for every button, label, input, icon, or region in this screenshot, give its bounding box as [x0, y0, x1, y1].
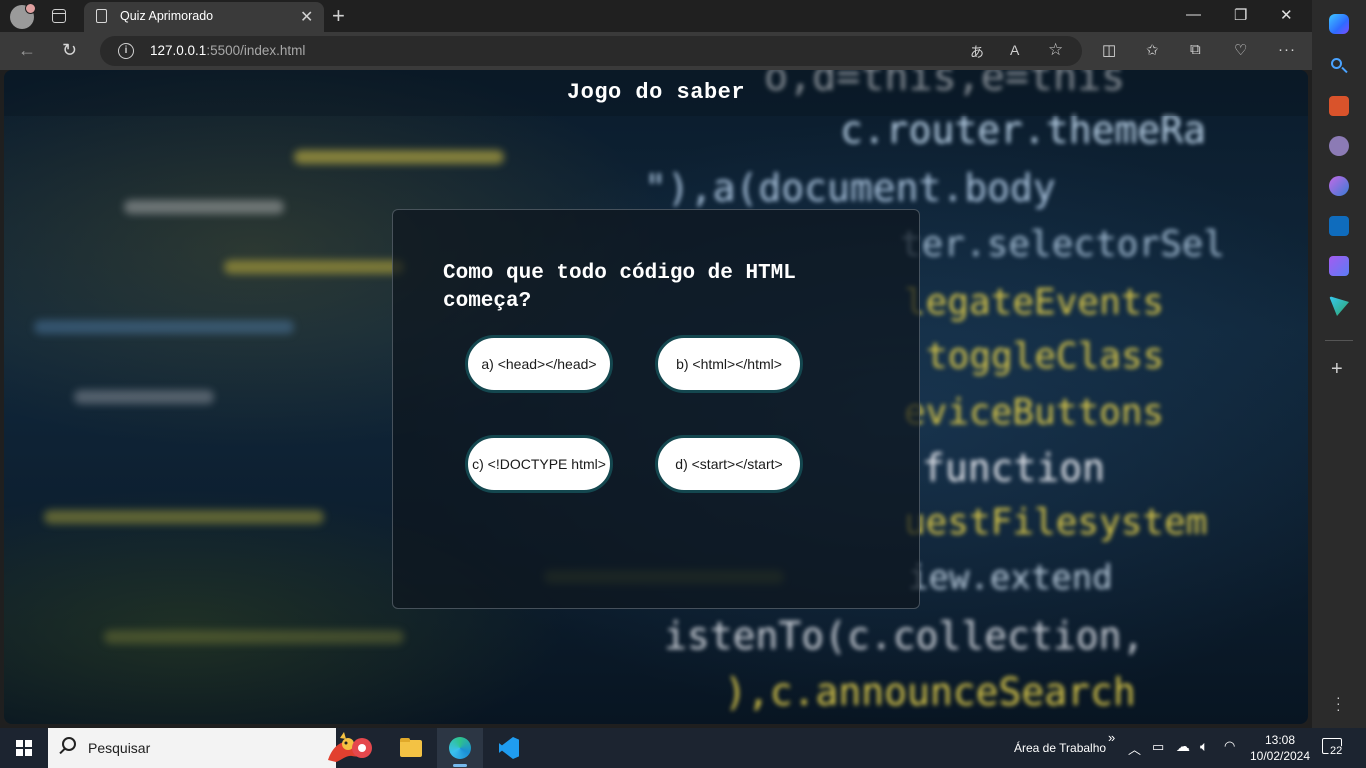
quiz-card: Como que todo código de HTML começa? a) …: [392, 209, 920, 609]
address-bar[interactable]: i 127.0.0.1:5500/index.html あ A ☆: [100, 36, 1082, 66]
tools-icon[interactable]: [1329, 96, 1349, 116]
restore-icon[interactable]: ❐: [1234, 6, 1247, 24]
browser-tab-active[interactable]: Quiz Aprimorado ✕: [84, 2, 324, 32]
minimize-icon[interactable]: —: [1186, 6, 1201, 23]
notification-center-icon[interactable]: 22: [1322, 738, 1345, 757]
people-icon[interactable]: [1329, 136, 1349, 156]
battery-icon[interactable]: ▭: [1152, 739, 1164, 755]
answer-button-d[interactable]: d) <start></start>: [655, 435, 803, 493]
favorites-icon[interactable]: ✩: [1146, 41, 1159, 59]
bg-code-line: eviceButtons: [904, 392, 1165, 433]
bg-code-line: toggleClass: [926, 336, 1165, 377]
bg-streak: [34, 320, 294, 334]
search-icon[interactable]: [1329, 56, 1349, 76]
read-aloud-icon[interactable]: A: [1010, 42, 1019, 58]
outlook-icon[interactable]: [1329, 216, 1349, 236]
bg-code-line: function: [922, 446, 1106, 490]
search-icon: [62, 737, 76, 751]
favorite-star-icon[interactable]: ☆: [1048, 40, 1063, 60]
browser-tab-bar: Quiz Aprimorado ✕ + — ❐ ✕: [0, 0, 1312, 32]
collections-icon[interactable]: ⧉: [1190, 41, 1201, 58]
bg-streak: [124, 200, 284, 214]
sidebar-more-icon[interactable]: · · ·: [1336, 690, 1341, 716]
bg-code-line: istenTo(c.collection,: [664, 614, 1145, 658]
answer-button-a[interactable]: a) <head></head>: [465, 335, 613, 393]
page-viewport: o,d=this,e=this c.router.themeRa "),a(do…: [4, 70, 1308, 724]
tab-close-icon[interactable]: ✕: [300, 7, 313, 27]
taskbar-search-placeholder: Pesquisar: [88, 740, 151, 756]
bg-code-line: ter.selectorSel: [900, 224, 1226, 265]
back-icon[interactable]: ←: [18, 40, 36, 61]
tray-overflow-icon[interactable]: ︿: [1128, 739, 1141, 758]
add-sidebar-app-icon[interactable]: +: [1331, 358, 1343, 381]
site-info-icon[interactable]: i: [118, 43, 134, 59]
close-window-icon[interactable]: ✕: [1280, 6, 1293, 24]
url-host: 127.0.0.1: [150, 43, 207, 58]
bg-code-line: ),c.announceSearch: [724, 670, 1136, 714]
onedrive-cloud-icon[interactable]: ☁: [1176, 738, 1190, 755]
bg-code-line: iew.extend: [908, 558, 1113, 598]
notification-count-badge: 22: [1328, 745, 1345, 757]
windows-start-icon[interactable]: [16, 740, 32, 756]
clock-time: 13:08: [1264, 733, 1296, 747]
profile-avatar-icon[interactable]: [10, 3, 36, 29]
sidebar-divider: [1325, 340, 1353, 341]
bg-streak: [294, 150, 504, 164]
answer-button-c[interactable]: c) <!DOCTYPE html>: [465, 435, 613, 493]
wifi-icon[interactable]: ◠: [1224, 738, 1235, 754]
browser-essentials-icon[interactable]: ♡: [1234, 41, 1247, 59]
bg-streak: [44, 510, 324, 524]
bg-code-line: "),a(document.body: [644, 166, 1056, 210]
office-icon[interactable]: [1329, 176, 1349, 196]
bg-code-line: legateEvents: [904, 282, 1165, 323]
taskbar-vscode-icon[interactable]: [486, 728, 532, 768]
tab-actions-icon[interactable]: [52, 9, 66, 23]
windows-taskbar: Pesquisar Área de Trabalho » ︿ ▭ ☁ 🔈︎ ◠ …: [0, 728, 1366, 768]
bg-streak: [74, 390, 214, 404]
page-title: Jogo do saber: [566, 80, 746, 105]
volume-icon[interactable]: 🔈︎: [1200, 738, 1208, 755]
clock-date: 10/02/2024: [1249, 749, 1311, 763]
desktop-toolbar-label[interactable]: Área de Trabalho: [1014, 741, 1106, 755]
copilot-icon[interactable]: [1329, 14, 1349, 34]
taskbar-edge-icon[interactable]: [437, 728, 483, 768]
drop-icon[interactable]: [1329, 296, 1349, 316]
bg-code-line: uestFilesystem: [904, 502, 1208, 543]
toolbar-expand-icon[interactable]: »: [1108, 730, 1115, 745]
translate-icon[interactable]: あ: [970, 42, 984, 62]
taskbar-search-box[interactable]: Pesquisar: [48, 728, 368, 768]
url-text[interactable]: 127.0.0.1:5500/index.html: [150, 43, 305, 58]
more-options-icon[interactable]: ···: [1278, 41, 1296, 58]
taskbar-recorder-app[interactable]: [340, 728, 386, 768]
new-tab-icon[interactable]: +: [332, 3, 345, 29]
url-path: :5500/index.html: [206, 43, 306, 58]
bg-streak: [104, 630, 404, 644]
designer-icon[interactable]: [1329, 256, 1349, 276]
question-text: Como que todo código de HTML começa?: [443, 262, 796, 313]
bg-streak: [224, 260, 404, 274]
refresh-icon[interactable]: ↻: [62, 40, 77, 61]
taskbar-clock[interactable]: 13:08 10/02/2024: [1248, 732, 1312, 764]
address-toolbar: ← ↻ i 127.0.0.1:5500/index.html あ A ☆ ◫ …: [0, 32, 1312, 70]
edge-sidebar: + · · ·: [1312, 0, 1366, 728]
tab-title: Quiz Aprimorado: [120, 9, 214, 23]
page-document-icon: [96, 9, 107, 23]
split-screen-icon[interactable]: ◫: [1102, 41, 1116, 59]
answer-button-b[interactable]: b) <html></html>: [655, 335, 803, 393]
taskbar-file-explorer-icon[interactable]: [388, 728, 434, 768]
